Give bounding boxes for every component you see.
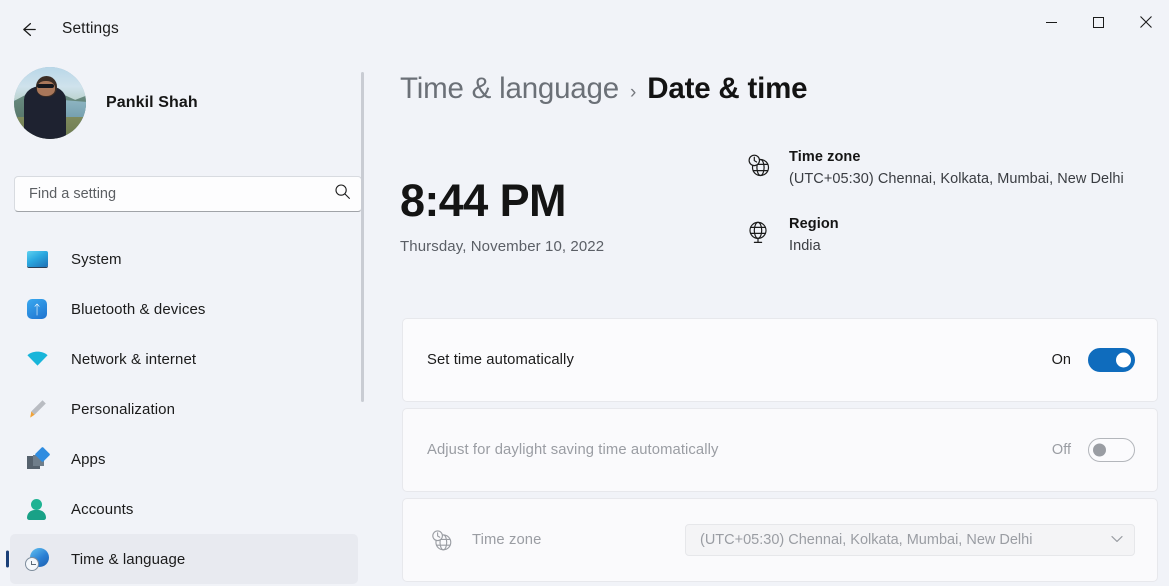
breadcrumb: Time & language › Date & time xyxy=(400,72,808,106)
globe-clock-icon xyxy=(24,546,50,572)
sidebar-item-apps[interactable]: Apps xyxy=(10,434,358,484)
sidebar-item-label: Bluetooth & devices xyxy=(71,300,206,318)
info-value: (UTC+05:30) Chennai, Kolkata, Mumbai, Ne… xyxy=(789,171,1124,187)
profile-name: Pankil Shah xyxy=(106,94,198,111)
daylight-saving-toggle xyxy=(1088,438,1135,462)
paintbrush-icon xyxy=(24,396,50,422)
search-box[interactable] xyxy=(14,176,362,212)
page-title: Date & time xyxy=(647,72,808,105)
maximize-button[interactable] xyxy=(1075,0,1122,47)
timezone-row: Time zone (UTC+05:30) Chennai, Kolkata, … xyxy=(402,498,1158,582)
sidebar-item-bluetooth-devices[interactable]: ᛏ Bluetooth & devices xyxy=(10,284,358,334)
sidebar-nav: System ᛏ Bluetooth & devices Network & i… xyxy=(0,234,368,586)
timezone-dropdown: (UTC+05:30) Chennai, Kolkata, Mumbai, Ne… xyxy=(685,524,1135,556)
sidebar-item-accounts[interactable]: Accounts xyxy=(10,484,358,534)
info-value: India xyxy=(789,238,821,254)
info-summary: Time zone (UTC+05:30) Chennai, Kolkata, … xyxy=(743,148,1163,282)
apps-squares-icon xyxy=(24,446,50,472)
window-controls xyxy=(1028,0,1169,47)
breadcrumb-separator-icon: › xyxy=(629,82,637,103)
search-input[interactable] xyxy=(29,186,334,202)
sidebar: Pankil Shah System ᛏ Bluetooth & devices xyxy=(0,58,368,586)
sidebar-item-label: System xyxy=(71,250,122,268)
main-content: Time & language › Date & time 8:44 PM Th… xyxy=(368,58,1169,586)
title-bar: Settings xyxy=(0,0,1169,58)
chevron-down-icon xyxy=(1111,534,1123,546)
info-title: Region xyxy=(789,216,839,232)
timezone-dropdown-value: (UTC+05:30) Chennai, Kolkata, Mumbai, Ne… xyxy=(700,532,1033,548)
close-icon xyxy=(1139,15,1152,33)
setting-label: Adjust for daylight saving time automati… xyxy=(427,442,719,458)
minimize-button[interactable] xyxy=(1028,0,1075,47)
sidebar-item-network-internet[interactable]: Network & internet xyxy=(10,334,358,384)
breadcrumb-parent-link[interactable]: Time & language xyxy=(400,72,619,106)
region-summary: Region India xyxy=(743,215,1163,254)
set-time-automatically-toggle[interactable] xyxy=(1088,348,1135,372)
globe-clock-icon xyxy=(427,526,455,554)
back-arrow-icon xyxy=(18,19,39,40)
set-time-automatically-row[interactable]: Set time automatically On xyxy=(402,318,1158,402)
sidebar-item-time-language[interactable]: Time & language xyxy=(10,534,358,584)
monitor-icon xyxy=(24,246,50,272)
timezone-summary: Time zone (UTC+05:30) Chennai, Kolkata, … xyxy=(743,148,1163,187)
search-icon xyxy=(334,183,351,205)
back-button[interactable] xyxy=(8,9,48,49)
sidebar-item-label: Network & internet xyxy=(71,350,197,368)
settings-window: Settings Pankil Shah Find a setting Syst… xyxy=(0,0,1169,586)
close-button[interactable] xyxy=(1122,0,1169,47)
globe-icon xyxy=(743,217,773,247)
setting-label: Set time automatically xyxy=(427,352,574,368)
sidebar-item-label: Personalization xyxy=(71,400,176,418)
sidebar-item-personalization[interactable]: Personalization xyxy=(10,384,358,434)
toggle-state-label: Off xyxy=(1051,442,1071,458)
sidebar-scrollbar[interactable] xyxy=(361,72,364,402)
setting-label: Time zone xyxy=(472,532,542,548)
current-date: Thursday, November 10, 2022 xyxy=(400,238,605,255)
sidebar-item-system[interactable]: System xyxy=(10,234,358,284)
settings-cards: Set time automatically On Adjust for day… xyxy=(402,318,1158,586)
sidebar-item-label: Accounts xyxy=(71,500,134,518)
daylight-saving-row: Adjust for daylight saving time automati… xyxy=(402,408,1158,492)
wifi-icon xyxy=(24,346,50,372)
user-profile[interactable]: Pankil Shah xyxy=(0,58,368,139)
toggle-state-label: On xyxy=(1051,352,1071,368)
app-title: Settings xyxy=(62,20,119,37)
info-title: Time zone xyxy=(789,149,861,165)
bluetooth-icon: ᛏ xyxy=(24,296,50,322)
maximize-icon xyxy=(1093,15,1104,33)
sidebar-item-label: Apps xyxy=(71,450,106,468)
avatar xyxy=(14,67,86,139)
current-time-block: 8:44 PM Thursday, November 10, 2022 xyxy=(400,178,604,255)
sidebar-item-label: Time & language xyxy=(71,550,186,568)
current-time: 8:44 PM xyxy=(400,175,566,226)
person-icon xyxy=(24,496,50,522)
globe-clock-icon xyxy=(743,150,773,180)
minimize-icon xyxy=(1046,15,1057,33)
